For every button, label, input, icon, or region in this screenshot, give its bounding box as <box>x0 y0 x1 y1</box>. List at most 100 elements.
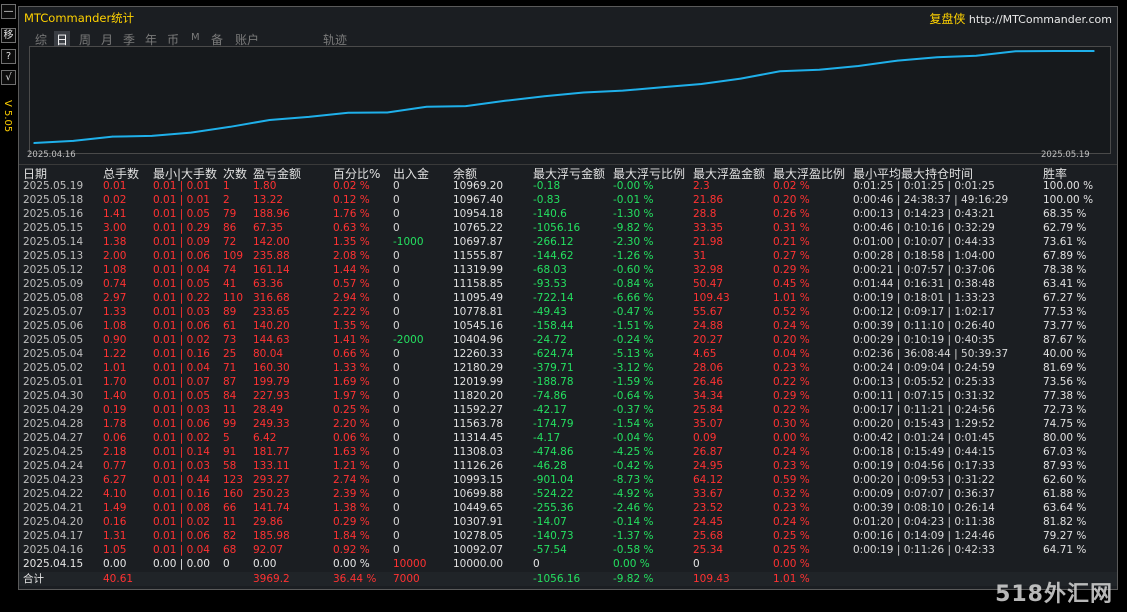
table-row[interactable]: 2025.05.18 0.02 0.01 | 0.01 2 13.22 0.12 % 0 10… <box>19 193 1117 207</box>
table-cell: 1.22 <box>103 348 127 360</box>
table-cell: 0.01 | 0.02 <box>153 334 210 346</box>
table-row[interactable]: 2025.05.05 0.90 0.01 | 0.02 73 144.63 1.41 % -… <box>19 333 1117 347</box>
table-row[interactable]: 2025.04.17 1.31 0.01 | 0.06 82 185.98 1.84 % 0… <box>19 529 1117 543</box>
table-cell: 0.01 | 0.05 <box>153 278 210 290</box>
brand-url-link[interactable]: http://MTCommander.com <box>969 13 1112 26</box>
table-row[interactable]: 2025.04.16 1.05 0.01 | 0.04 68 92.07 0.92 % 0 1… <box>19 543 1117 557</box>
table-cell: 0.01 | 0.03 <box>153 306 210 318</box>
table-cell: 1.05 <box>103 544 127 556</box>
table-row[interactable]: 2025.04.23 6.27 0.01 | 0.44 123 293.27 2.74 %… <box>19 473 1117 487</box>
table-cell: 0.22 % <box>773 404 810 416</box>
table-row[interactable]: 2025.05.15 3.00 0.01 | 0.29 86 67.35 0.63 % 0 1… <box>19 221 1117 235</box>
table-row[interactable]: 2025.04.20 0.16 0.01 | 0.02 11 29.86 0.29 % 0 1… <box>19 515 1117 529</box>
table-cell: 1.33 <box>103 306 127 318</box>
table-cell: 2.39 % <box>333 488 370 500</box>
table-row[interactable]: 2025.05.06 1.08 0.01 | 0.06 61 140.20 1.35 % 0… <box>19 319 1117 333</box>
table-cell: 181.77 <box>253 446 290 458</box>
table-cell: 0.32 % <box>773 488 810 500</box>
table-cell: -1.30 % <box>613 208 654 220</box>
table-cell: 140.20 <box>253 320 290 332</box>
table-cell: 1.80 <box>253 180 277 192</box>
table-cell: 0:00:24 | 0:09:04 | 0:24:59 <box>853 362 995 374</box>
check-button[interactable]: √ <box>1 70 16 85</box>
table-row[interactable]: 2025.05.01 1.70 0.01 | 0.07 87 199.79 1.69 % 0… <box>19 375 1117 389</box>
chart-point <box>975 54 977 57</box>
table-row[interactable]: 2025.04.29 0.19 0.01 | 0.03 11 28.49 0.25 % 0 1… <box>19 403 1117 417</box>
table-cell: 142.00 <box>253 236 290 248</box>
table-cell: -0.37 % <box>613 404 654 416</box>
table-cell: 73.77 % <box>1043 320 1087 332</box>
table-cell: 81.69 % <box>1043 362 1087 374</box>
table-cell: 2025.05.12 <box>23 264 84 276</box>
table-row[interactable]: 2025.04.21 1.49 0.01 | 0.08 66 141.74 1.38 % 0… <box>19 501 1117 515</box>
table-cell: 0 <box>693 558 700 570</box>
table-cell: 0:00:29 | 0:10:19 | 0:40:35 <box>853 334 995 346</box>
table-cell: 63.64 % <box>1043 502 1087 514</box>
table-cell: 0:01:00 | 0:10:07 | 0:44:33 <box>853 236 995 248</box>
total-cell: 7000 <box>393 573 420 585</box>
table-cell: 1.44 % <box>333 264 370 276</box>
table-cell: 2025.04.21 <box>23 502 84 514</box>
chart-point <box>229 126 232 128</box>
table-cell: -9.82 % <box>613 222 654 234</box>
tab-m[interactable]: M <box>191 32 200 43</box>
table-cell: 144.63 <box>253 334 290 346</box>
table-row[interactable]: 2025.05.13 2.00 0.01 | 0.06 109 235.88 2.08 %… <box>19 249 1117 263</box>
table-row[interactable]: 2025.05.19 0.01 0.01 | 0.01 1 1.80 0.02 % 0 109… <box>19 179 1117 193</box>
table-cell: 2025.05.02 <box>23 362 84 374</box>
table-cell: 1.41 % <box>333 334 370 346</box>
table-cell: 12180.29 <box>453 362 504 374</box>
table-cell: 80.00 % <box>1043 432 1087 444</box>
table-cell: 23.52 <box>693 502 724 514</box>
move-button[interactable]: 移 <box>1 28 16 43</box>
table-cell: 73.56 % <box>1043 376 1087 388</box>
table-cell: -5.13 % <box>613 348 654 360</box>
table-cell: 0 <box>393 208 400 220</box>
table-row[interactable]: 2025.05.07 1.33 0.01 | 0.03 89 233.65 2.22 % 0… <box>19 305 1117 319</box>
help-button[interactable]: ? <box>1 49 16 64</box>
table-cell: 0.00 % <box>773 558 810 570</box>
table-row[interactable]: 2025.05.08 2.97 0.01 | 0.22 110 316.68 2.94 %… <box>19 291 1117 305</box>
table-row[interactable]: 2025.05.16 1.41 0.01 | 0.05 79 188.96 1.76 % 0… <box>19 207 1117 221</box>
chart-point <box>1053 50 1056 52</box>
table-cell: 0.23 % <box>773 502 810 514</box>
chart-point <box>151 135 153 137</box>
table-row[interactable]: 2025.04.15 0.00 0.00 | 0.00 0 0.00 0.00 % 1000… <box>19 557 1117 571</box>
table-cell: -379.71 <box>533 362 574 374</box>
table-row[interactable]: 2025.04.28 1.78 0.01 | 0.06 99 249.33 2.20 % 0… <box>19 417 1117 431</box>
table-cell: 0.01 | 0.03 <box>153 460 210 472</box>
table-cell: 73.61 % <box>1043 236 1087 248</box>
table-cell: -188.78 <box>533 376 574 388</box>
table-row[interactable]: 2025.05.02 1.01 0.01 | 0.04 71 160.30 1.33 % 0… <box>19 361 1117 375</box>
table-cell: 1.21 % <box>333 460 370 472</box>
table-row[interactable]: 2025.04.25 2.18 0.01 | 0.14 91 181.77 1.63 % 0… <box>19 445 1117 459</box>
table-row[interactable]: 2025.05.04 1.22 0.01 | 0.16 25 80.04 0.66 % 0 1… <box>19 347 1117 361</box>
table-row[interactable]: 2025.05.09 0.74 0.01 | 0.05 41 63.36 0.57 % 0 1… <box>19 277 1117 291</box>
table-cell: 10778.81 <box>453 306 504 318</box>
table-row[interactable]: 2025.04.22 4.10 0.01 | 0.16 160 250.23 2.39 %… <box>19 487 1117 501</box>
table-cell: 79.27 % <box>1043 530 1087 542</box>
table-row[interactable]: 2025.04.24 0.77 0.01 | 0.03 58 133.11 1.21 % 0… <box>19 459 1117 473</box>
table-row[interactable]: 2025.04.30 1.40 0.01 | 0.05 84 227.93 1.97 % 0… <box>19 389 1117 403</box>
table-cell: 0.01 | 0.02 <box>153 516 210 528</box>
chart-point <box>33 142 35 144</box>
table-cell: 10000.00 <box>453 558 504 570</box>
table-row[interactable]: 2025.05.14 1.38 0.01 | 0.09 72 142.00 1.35 % -… <box>19 235 1117 249</box>
table-cell: 0:02:36 | 36:08:44 | 50:39:37 <box>853 348 1009 360</box>
table-cell: -140.6 <box>533 208 567 220</box>
table-cell: 64.71 % <box>1043 544 1087 556</box>
chart-point <box>1014 50 1017 53</box>
table-cell: 1 <box>223 180 230 192</box>
table-cell: -1.59 % <box>613 376 654 388</box>
minimize-button[interactable]: — <box>1 4 16 19</box>
table-cell: -4.25 % <box>613 446 654 458</box>
table-cell: 160.30 <box>253 362 290 374</box>
table-cell: -0.14 % <box>613 516 654 528</box>
chart-point <box>308 116 310 118</box>
table-cell: 2025.04.25 <box>23 446 84 458</box>
table-cell: 77.53 % <box>1043 306 1087 318</box>
table-cell: -46.28 <box>533 460 567 472</box>
table-cell: -624.74 <box>533 348 574 360</box>
table-row[interactable]: 2025.04.27 0.06 0.01 | 0.02 5 6.42 0.06 % 0 113… <box>19 431 1117 445</box>
table-row[interactable]: 2025.05.12 1.08 0.01 | 0.04 74 161.14 1.44 % 0… <box>19 263 1117 277</box>
